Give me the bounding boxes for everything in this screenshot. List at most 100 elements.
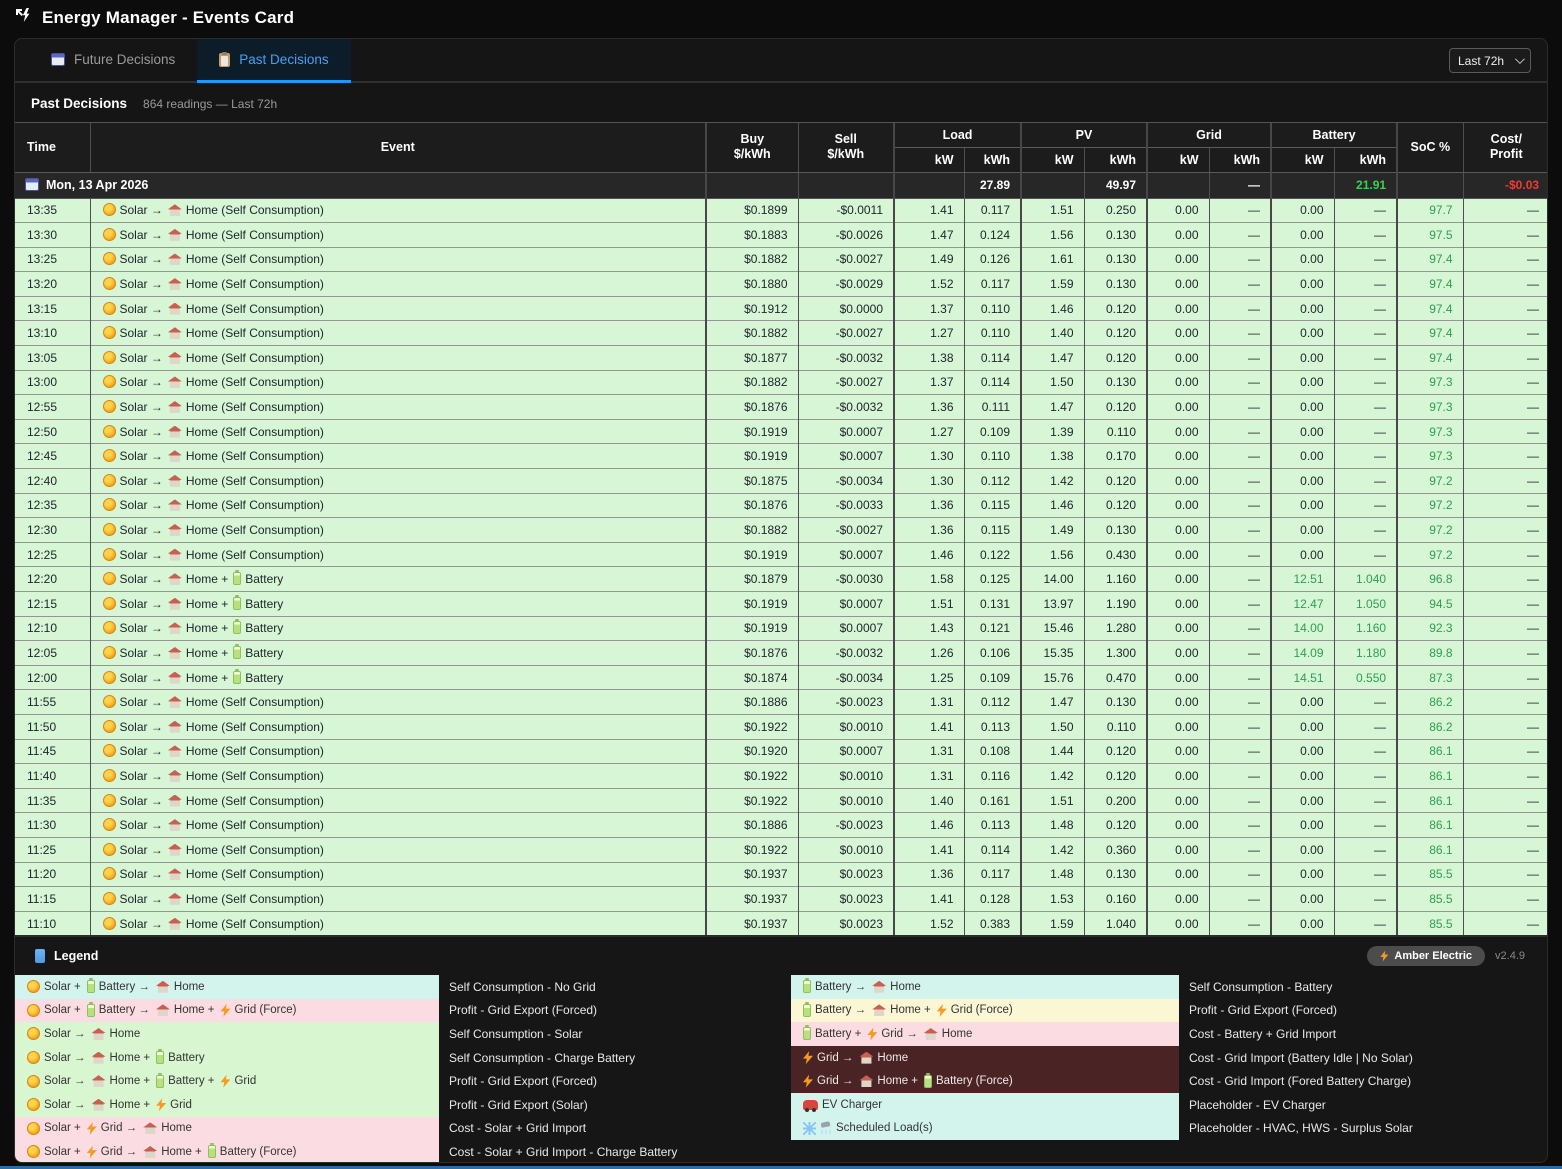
legend-item: Solar + Battery → Home + Grid (Force) Profit… bbox=[15, 998, 791, 1023]
grid-kw-cell: 0.00 bbox=[1147, 861, 1210, 887]
battery-icon bbox=[86, 980, 95, 994]
load-kwh-cell: 0.117 bbox=[964, 861, 1023, 887]
event-cell: Solar → Home (Self Consumption) bbox=[90, 369, 707, 395]
sun-icon bbox=[102, 670, 116, 684]
event-cell: Solar → Home (Self Consumption) bbox=[90, 345, 707, 371]
buy-cell: $0.1922 bbox=[706, 713, 799, 740]
grid-kwh-cell: — bbox=[1209, 812, 1273, 838]
table-row: 11:45 Solar → Home (Self Consumption) $0.19… bbox=[15, 738, 1547, 764]
soc-cell: 97.3 bbox=[1397, 418, 1464, 444]
table-row: 12:45 Solar → Home (Self Consumption) $0.19… bbox=[15, 443, 1547, 469]
cost-cell: — bbox=[1463, 787, 1547, 813]
battery-kwh-cell: — bbox=[1334, 295, 1399, 321]
decisions-table-scroll[interactable]: Time Event Buy $/kWh Sell $/kWh Load PV Gr… bbox=[15, 122, 1547, 935]
pv-kw-cell: 1.51 bbox=[1021, 787, 1085, 813]
home-icon bbox=[859, 1051, 874, 1064]
label: Home (Self Consumption) bbox=[185, 891, 324, 906]
time-range-select[interactable]: Last 72h bbox=[1449, 48, 1531, 73]
grid-kw-cell: 0.00 bbox=[1147, 591, 1210, 617]
load-kwh-cell: 0.106 bbox=[964, 640, 1023, 666]
pv-kw-cell: 1.42 bbox=[1021, 763, 1085, 789]
time-cell: 11:50 bbox=[15, 713, 91, 740]
legend-item: Solar + Grid → Home + Battery (Force) Cost -… bbox=[15, 1140, 791, 1162]
soc-cell: 97.4 bbox=[1397, 246, 1464, 272]
table-row: 11:30 Solar → Home (Self Consumption) $0.18… bbox=[15, 812, 1547, 838]
buy-cell: $0.1920 bbox=[706, 738, 799, 764]
buy-cell: $0.1875 bbox=[706, 468, 799, 494]
label: Battery (Force) bbox=[936, 1075, 1013, 1088]
grid-kw-cell: 0.00 bbox=[1147, 886, 1210, 912]
pv-kw-cell: 1.56 bbox=[1021, 541, 1085, 567]
sun-icon bbox=[102, 768, 116, 782]
table-row: 13:15 Solar → Home (Self Consumption) $0.19… bbox=[15, 295, 1547, 321]
sell-cell: $0.0007 bbox=[798, 591, 895, 617]
cost-cell: — bbox=[1463, 320, 1547, 346]
battery-icon bbox=[233, 621, 242, 635]
grid-kw-cell: 0.00 bbox=[1147, 738, 1210, 764]
tab-past-decisions[interactable]: Past Decisions bbox=[197, 39, 351, 83]
table-header: Time Event Buy $/kWh Sell $/kWh Load PV Gr… bbox=[15, 123, 1547, 173]
legend-book-icon bbox=[35, 949, 45, 963]
label: Home + bbox=[109, 1051, 151, 1064]
battery-kwh-cell: — bbox=[1334, 812, 1399, 838]
load-kwh-cell: 0.109 bbox=[964, 664, 1023, 690]
time-cell: 12:10 bbox=[15, 615, 91, 641]
soc-cell: 97.4 bbox=[1397, 320, 1464, 346]
label: Home (Self Consumption) bbox=[185, 350, 324, 365]
sun-icon bbox=[102, 572, 116, 586]
pv-kwh-cell: 1.300 bbox=[1084, 640, 1149, 666]
grid-kw-cell: 0.00 bbox=[1147, 320, 1210, 346]
pv-kw-cell: 1.42 bbox=[1021, 468, 1085, 494]
label: Grid bbox=[234, 1075, 257, 1088]
load-kwh-cell: 0.122 bbox=[964, 541, 1023, 567]
cost-cell: — bbox=[1463, 246, 1547, 272]
label: Home + bbox=[185, 621, 229, 636]
load-kw-cell: 1.30 bbox=[894, 443, 965, 469]
battery-kw-cell: 0.00 bbox=[1271, 689, 1335, 715]
battery-icon bbox=[86, 1003, 95, 1017]
time-cell: 12:55 bbox=[15, 394, 91, 420]
home-icon bbox=[167, 474, 182, 487]
amber-electric-badge[interactable]: Amber Electric bbox=[1367, 946, 1486, 966]
time-cell: 12:30 bbox=[15, 517, 91, 543]
tab-future-decisions[interactable]: Future Decisions bbox=[29, 39, 197, 83]
battery-kwh-cell: — bbox=[1334, 418, 1399, 444]
legend-chip: Battery → Home + Grid (Force) bbox=[791, 998, 1179, 1023]
sun-icon bbox=[102, 547, 116, 561]
time-cell: 12:45 bbox=[15, 443, 91, 469]
time-cell: 11:40 bbox=[15, 763, 91, 789]
time-cell: 11:45 bbox=[15, 738, 91, 764]
legend-chip: Battery → Home bbox=[791, 975, 1179, 999]
chevron-down-icon bbox=[1514, 54, 1525, 65]
grid-kwh-cell: — bbox=[1209, 861, 1273, 887]
pv-kwh-cell: 0.200 bbox=[1084, 787, 1149, 813]
home-icon bbox=[872, 980, 887, 993]
load-kwh-cell: 0.109 bbox=[964, 418, 1023, 444]
table-row: 11:15 Solar → Home (Self Consumption) $0.19… bbox=[15, 886, 1547, 912]
pv-kw-cell: 15.46 bbox=[1021, 615, 1085, 641]
battery-icon bbox=[233, 645, 242, 659]
sell-cell: $0.0023 bbox=[798, 886, 895, 912]
col-buy: Buy $/kWh bbox=[706, 123, 799, 173]
label: Battery → bbox=[815, 1004, 867, 1017]
pv-kwh-cell: 0.120 bbox=[1084, 738, 1149, 764]
battery-kw-cell: 0.00 bbox=[1271, 886, 1335, 912]
label: Home bbox=[173, 980, 205, 993]
event-cell: Solar → Home (Self Consumption) bbox=[90, 443, 707, 469]
home-icon bbox=[167, 769, 182, 782]
battery-kw-cell: 0.00 bbox=[1271, 345, 1335, 371]
label: Home (Self Consumption) bbox=[185, 793, 324, 808]
sun-icon bbox=[102, 203, 116, 217]
legend-chip: Solar + Battery → Home + Grid (Force) bbox=[15, 998, 439, 1023]
event-cell: Solar → Home (Self Consumption) bbox=[90, 197, 707, 223]
label: Home (Self Consumption) bbox=[185, 252, 324, 267]
legend-columns: Solar + Battery → Home Self Consumption - N… bbox=[15, 972, 1547, 1162]
table-row: 11:35 Solar → Home (Self Consumption) $0.19… bbox=[15, 787, 1547, 813]
battery-kw-cell: 12.47 bbox=[1271, 591, 1335, 617]
cost-cell: — bbox=[1463, 271, 1547, 297]
legend-chip: Solar → Home + Grid bbox=[15, 1092, 439, 1117]
cost-cell: — bbox=[1463, 713, 1547, 740]
load-kw-cell: 1.37 bbox=[894, 295, 965, 321]
load-kw-cell: 1.31 bbox=[894, 738, 965, 764]
soc-cell: 97.2 bbox=[1397, 541, 1464, 567]
